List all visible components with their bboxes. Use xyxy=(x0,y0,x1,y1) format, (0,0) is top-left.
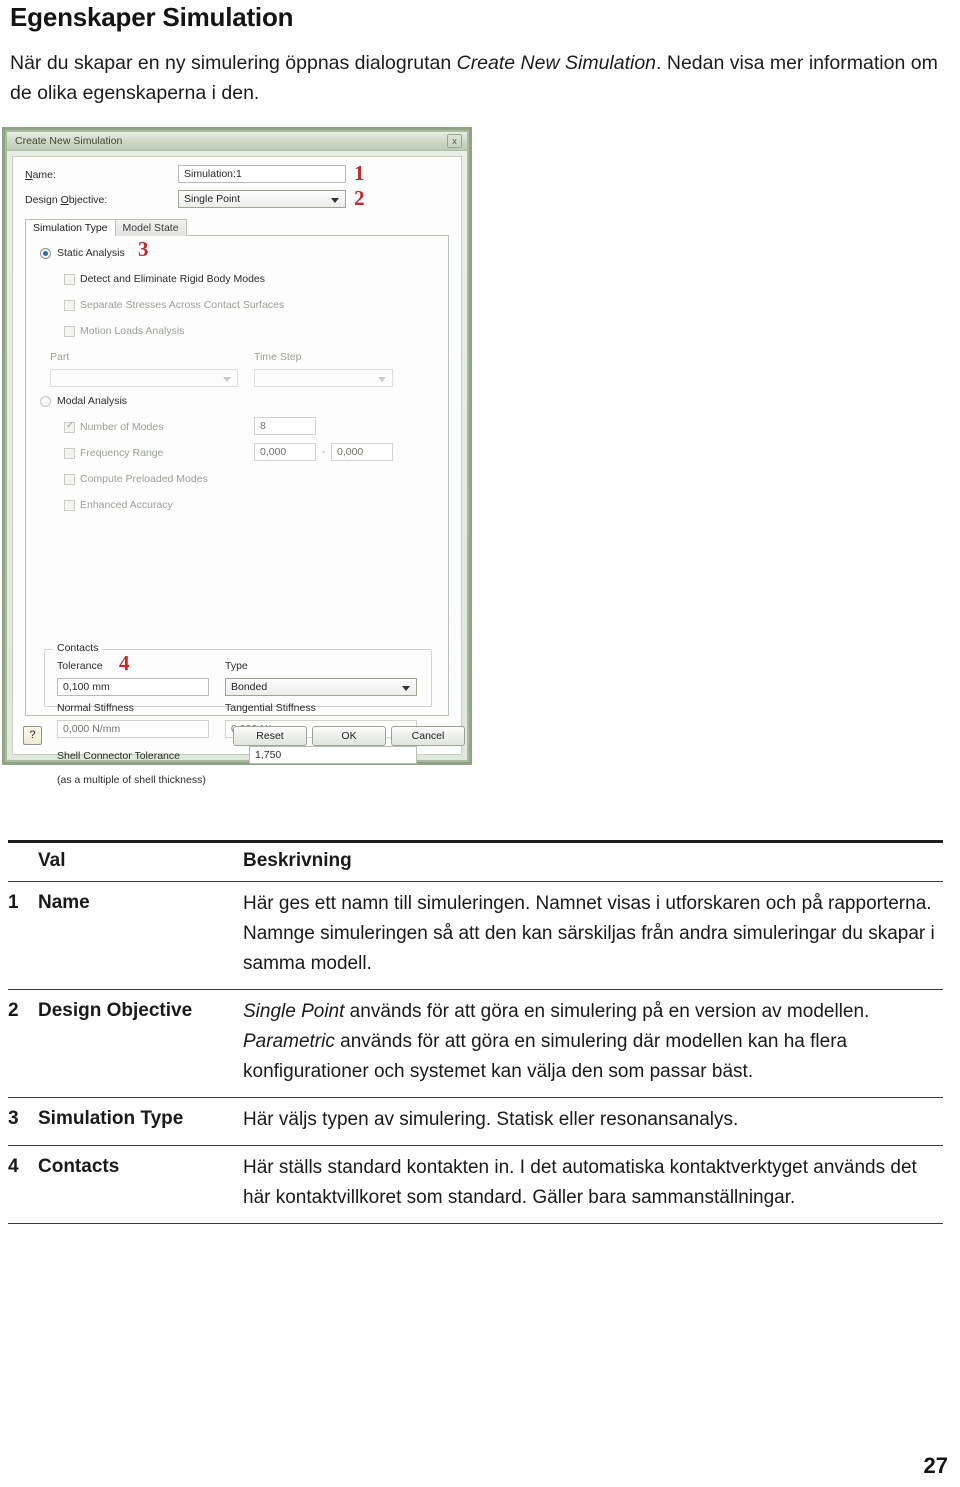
number-of-modes-input[interactable]: 8 xyxy=(254,417,316,435)
intro-dialog-name: Create New Simulation xyxy=(456,52,657,74)
checkbox-number-of-modes[interactable] xyxy=(64,420,75,433)
row-option: Simulation Type xyxy=(38,1108,184,1129)
tab-simulation-type[interactable]: Simulation Type xyxy=(25,219,116,236)
part-label: Part xyxy=(50,351,70,363)
row-number: 1 xyxy=(8,892,19,913)
chevron-down-icon xyxy=(378,377,386,382)
separate-stresses-label: Separate Stresses Across Contact Surface… xyxy=(80,299,285,311)
dialog-titlebar: Create New Simulation x xyxy=(7,132,467,151)
chevron-down-icon xyxy=(402,686,410,691)
options-table: Val Beskrivning 1 Name Här ges ett namn … xyxy=(8,840,943,1224)
contacts-group: Contacts Tolerance 4 0,100 mm Type Bonde… xyxy=(44,642,432,786)
row-number: 2 xyxy=(8,1000,19,1021)
row-option: Name xyxy=(38,892,90,913)
name-label-rest: ame: xyxy=(32,169,56,181)
type-label: Type xyxy=(225,660,248,672)
annotation-3: 3 xyxy=(138,237,149,261)
table-row: 2 Design Objective Single Point används … xyxy=(8,989,943,1098)
table-bottom-rule xyxy=(8,1223,943,1224)
desc-part: Här väljs typen av simulering. Statisk e… xyxy=(243,1109,739,1130)
checkbox-enhanced-accuracy[interactable] xyxy=(64,500,75,511)
dialog-title-text: Create New Simulation xyxy=(15,135,123,147)
modal-analysis-label: Modal Analysis xyxy=(57,395,128,407)
tolerance-label: Tolerance xyxy=(57,660,103,672)
chevron-down-icon xyxy=(331,198,339,203)
row-description: Här ges ett namn till simuleringen. Namn… xyxy=(243,882,943,990)
detect-eliminate-label: Detect and Eliminate Rigid Body Modes xyxy=(80,273,266,285)
page-title: Egenskaper Simulation xyxy=(10,2,294,32)
checkbox-motion-loads-analysis[interactable] xyxy=(64,326,75,337)
annotation-1: 1 xyxy=(354,161,365,185)
header-option: Val xyxy=(38,850,66,871)
table-header-row: Val Beskrivning xyxy=(8,841,943,882)
row-description: Här ställs standard kontakten in. I det … xyxy=(243,1146,943,1224)
static-analysis-label: Static Analysis xyxy=(57,247,125,259)
cancel-button[interactable]: Cancel xyxy=(391,726,465,746)
radio-modal-analysis[interactable] xyxy=(40,396,51,407)
motion-loads-label: Motion Loads Analysis xyxy=(80,325,185,337)
design-objective-label: Design Objective: xyxy=(25,194,108,206)
intro-paragraph: När du skapar en ny simulering öppnas di… xyxy=(10,48,940,108)
ok-button[interactable]: OK xyxy=(312,726,386,746)
frequency-max-input[interactable]: 0,000 xyxy=(331,443,393,461)
part-select[interactable] xyxy=(50,369,238,387)
design-objective-select[interactable]: Single Point xyxy=(178,190,346,208)
dialog-screenshot: Create New Simulation x Name: Simulation… xyxy=(2,127,472,786)
contact-type-value: Bonded xyxy=(231,681,268,693)
tab-model-state[interactable]: Model State xyxy=(114,219,187,236)
tolerance-input[interactable]: 0,100 mm xyxy=(57,678,209,696)
dialog-footer: ? Reset OK Cancel xyxy=(13,718,465,754)
dialog-window: Create New Simulation x Name: Simulation… xyxy=(5,130,469,786)
table-row: 1 Name Här ges ett namn till simuleringe… xyxy=(8,881,943,990)
desc-part: Här ställs standard kontakten in. I det … xyxy=(243,1157,917,1208)
name-input[interactable]: Simulation:1 xyxy=(178,165,346,183)
page-number: 27 xyxy=(923,1453,948,1478)
desc-part: används för att göra en simulering på en… xyxy=(344,1001,870,1022)
enhanced-accuracy-label: Enhanced Accuracy xyxy=(80,499,173,511)
table-row: 4 Contacts Här ställs standard kontakten… xyxy=(8,1145,943,1224)
checkbox-compute-preloaded-modes[interactable] xyxy=(64,474,75,485)
number-of-modes-label: Number of Modes xyxy=(80,421,164,433)
time-step-select[interactable] xyxy=(254,369,393,387)
row-description: Här väljs typen av simulering. Statisk e… xyxy=(243,1098,943,1146)
annotation-4: 4 xyxy=(119,651,130,675)
contact-type-select[interactable]: Bonded xyxy=(225,678,417,696)
annotation-2: 2 xyxy=(354,186,365,210)
name-label: Name: xyxy=(25,169,56,181)
intro-text-before: När du skapar en ny simulering öppnas di… xyxy=(10,52,457,74)
close-icon[interactable]: x xyxy=(447,134,462,148)
row-option: Design Objective xyxy=(38,1000,193,1021)
shell-connector-tolerance-sublabel: (as a multiple of shell thickness) xyxy=(57,774,206,786)
header-description: Beskrivning xyxy=(243,850,352,871)
time-step-label: Time Step xyxy=(254,351,302,363)
reset-button[interactable]: Reset xyxy=(233,726,307,746)
desc-part: Parametric xyxy=(243,1031,335,1052)
table-row: 3 Simulation Type Här väljs typen av sim… xyxy=(8,1097,943,1146)
dialog-body: Name: Simulation:1 1 Design Objective: S… xyxy=(12,156,465,786)
frequency-range-label: Frequency Range xyxy=(80,447,164,459)
checkbox-separate-stresses[interactable] xyxy=(64,300,75,311)
design-objective-value: Single Point xyxy=(184,193,241,205)
checkbox-frequency-range[interactable] xyxy=(64,448,75,459)
row-number: 4 xyxy=(8,1156,19,1177)
header-num xyxy=(8,842,38,882)
tangential-stiffness-label: Tangential Stiffness xyxy=(225,702,316,714)
row-description: Single Point används för att göra en sim… xyxy=(243,990,943,1098)
normal-stiffness-label: Normal Stiffness xyxy=(57,702,134,714)
compute-preloaded-label: Compute Preloaded Modes xyxy=(80,473,208,485)
contacts-group-title: Contacts xyxy=(53,642,103,654)
frequency-min-input[interactable]: 0,000 xyxy=(254,443,316,461)
tabstrip: Simulation Type Model State xyxy=(25,219,449,236)
simulation-type-panel: Static Analysis 3 Detect and Eliminate R… xyxy=(25,236,449,786)
desc-part: Single Point xyxy=(243,1001,345,1022)
row-number: 3 xyxy=(8,1108,19,1129)
desc-part: Här ges ett namn till simuleringen. Namn… xyxy=(243,893,935,974)
radio-static-analysis[interactable] xyxy=(40,248,51,259)
row-option: Contacts xyxy=(38,1156,120,1177)
checkbox-detect-eliminate-rigid-body-modes[interactable] xyxy=(64,274,75,285)
frequency-range-separator: - xyxy=(322,446,326,458)
help-icon[interactable]: ? xyxy=(23,726,42,745)
chevron-down-icon xyxy=(223,377,231,382)
